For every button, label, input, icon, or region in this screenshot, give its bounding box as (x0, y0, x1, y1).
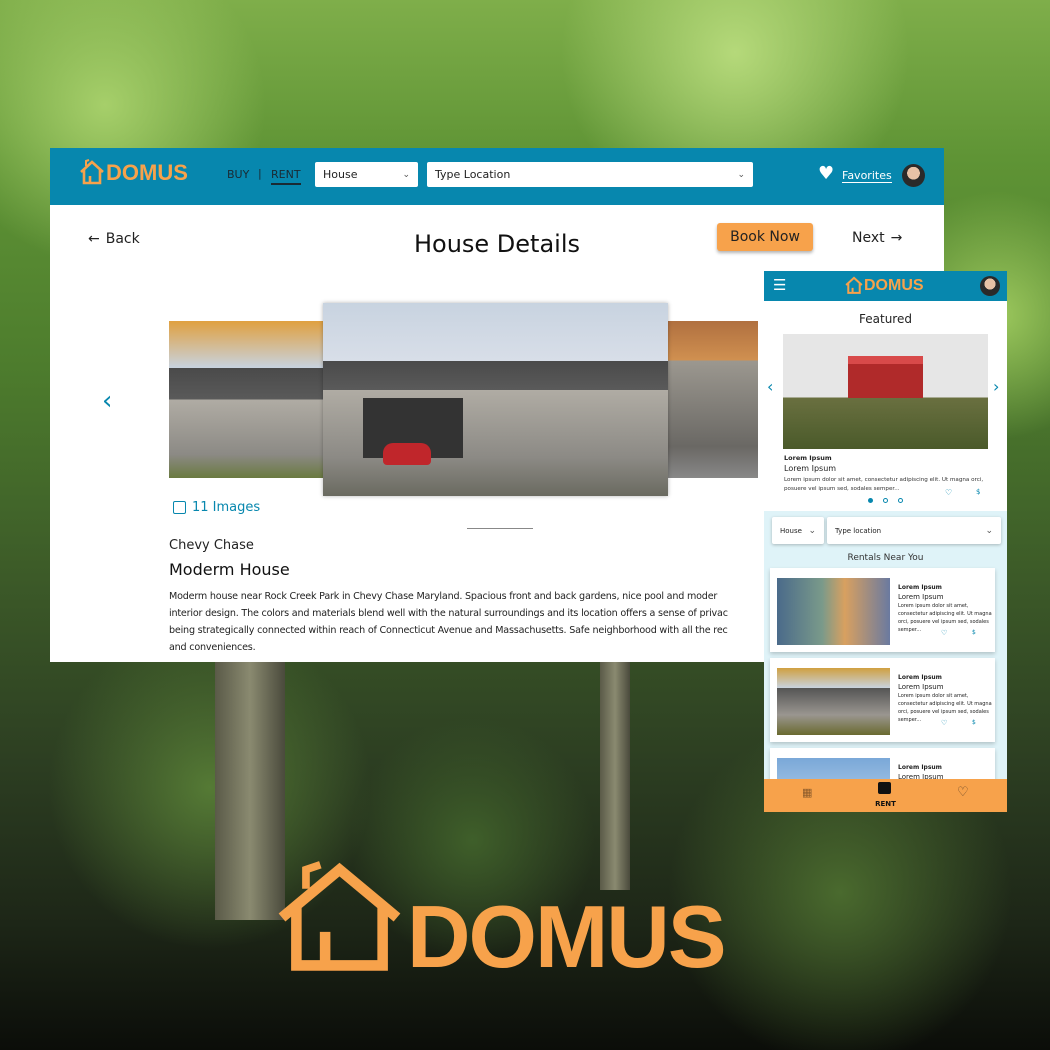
rentals-section: House ⌄ Type location ⌄ Rentals Near You L… (764, 511, 1007, 812)
book-now-button[interactable]: Book Now (717, 223, 813, 251)
gallery-image-main[interactable] (323, 303, 668, 496)
mobile-header: ☰ DOMUS (764, 271, 1007, 301)
mobile-logo[interactable]: DOMUS (844, 275, 924, 295)
mobile-location-select[interactable]: Type location ⌄ (827, 517, 1001, 544)
rental-label: Lorem Ipsum (898, 764, 942, 771)
nav-separator: | (258, 167, 262, 180)
chevron-right-icon[interactable]: › (993, 377, 999, 396)
location-select[interactable]: Type Location ⌄ (427, 162, 753, 187)
property-name: Moderm House (169, 560, 290, 579)
house-logo-icon (278, 861, 401, 971)
carousel-dots (868, 498, 903, 503)
heart-outline-icon[interactable]: ♡ (945, 488, 952, 497)
price-icon[interactable]: $ (972, 719, 976, 726)
mobile-type-select[interactable]: House ⌄ (772, 517, 824, 544)
price-icon[interactable]: $ (976, 488, 980, 496)
gallery-image[interactable] (169, 321, 329, 478)
type-select-value: House (323, 168, 358, 181)
heart-icon[interactable]: ♥ (818, 163, 834, 184)
chevron-down-icon: ⌄ (985, 525, 993, 536)
next-label: Next (852, 230, 885, 246)
featured-image[interactable] (783, 334, 988, 449)
rental-name: Lorem Ipsum (898, 593, 944, 601)
description-line: and conveniences. (169, 642, 256, 653)
description-line: being strategically connected within rea… (169, 625, 728, 636)
nav-rent-label[interactable]: RENT (764, 800, 1007, 808)
bed-icon[interactable] (878, 782, 891, 794)
property-description: Moderm house near Rock Creek Park in Che… (169, 588, 728, 656)
chevron-down-icon: ⌄ (737, 169, 745, 180)
dot-active[interactable] (868, 498, 873, 503)
nav-rent[interactable]: RENT (271, 168, 301, 185)
rental-image (777, 578, 890, 645)
red-house (848, 356, 923, 398)
rental-card[interactable]: Lorem Ipsum Lorem Ipsum Lorem ipsum dolo… (770, 568, 995, 652)
desktop-header: DOMUS BUY | RENT House ⌄ Type Location ⌄ ♥… (50, 148, 944, 205)
featured-name: Lorem Ipsum (784, 464, 837, 473)
bottom-nav: ▦ RENT ♡ (764, 779, 1007, 812)
house-logo-icon (845, 276, 863, 294)
images-link[interactable]: 11 Images (173, 500, 260, 515)
mobile-window: ☰ DOMUS Featured ‹ › Lorem Ipsum Lorem I… (764, 271, 1007, 812)
carousel-prev-icon[interactable]: ‹ (102, 386, 112, 416)
description-line: interior design. The colors and material… (169, 608, 728, 619)
logo[interactable]: DOMUS (78, 158, 188, 186)
price-icon[interactable]: $ (972, 629, 976, 636)
type-value: House (780, 526, 802, 535)
next-button[interactable]: Next → (852, 230, 902, 246)
avatar[interactable] (902, 164, 925, 187)
chevron-left-icon[interactable]: ‹ (767, 377, 773, 396)
type-select[interactable]: House ⌄ (315, 162, 418, 187)
heart-outline-icon[interactable]: ♡ (941, 629, 947, 637)
rental-name: Lorem Ipsum (898, 683, 944, 691)
featured-title: Featured (859, 312, 912, 326)
tree-trunk (600, 660, 630, 890)
menu-icon[interactable]: ☰ (773, 276, 786, 294)
store-icon[interactable]: ▦ (802, 786, 812, 799)
arrow-right-icon: → (890, 230, 903, 246)
location-select-value: Type Location (435, 168, 511, 181)
images-count: 11 Images (192, 500, 261, 515)
car (383, 443, 431, 465)
logo-text: DOMUS (106, 160, 188, 185)
description-line: Moderm house near Rock Creek Park in Che… (169, 591, 718, 602)
image-icon (173, 501, 186, 514)
chevron-down-icon: ⌄ (808, 525, 816, 536)
rental-label: Lorem Ipsum (898, 674, 942, 681)
avatar[interactable] (980, 276, 1000, 296)
logo-text: DOMUS (407, 887, 727, 987)
favorites-link[interactable]: Favorites (842, 169, 892, 183)
rentals-title: Rentals Near You (847, 553, 924, 563)
featured-text: Lorem ipsum dolor sit amet, consectetur … (784, 477, 984, 492)
heart-outline-icon[interactable]: ♡ (941, 719, 947, 727)
dot[interactable] (883, 498, 888, 503)
rental-image (777, 668, 890, 735)
divider (467, 528, 533, 529)
nav-buy[interactable]: BUY (227, 168, 249, 181)
featured-label: Lorem Ipsum (784, 454, 832, 462)
heart-outline-icon[interactable]: ♡ (957, 785, 969, 800)
location-value: Type location (835, 526, 882, 535)
rental-label: Lorem Ipsum (898, 584, 942, 591)
house-logo-icon (80, 159, 104, 185)
chevron-down-icon: ⌄ (402, 169, 410, 180)
property-location: Chevy Chase (169, 538, 254, 553)
dot[interactable] (898, 498, 903, 503)
gallery-image[interactable] (668, 321, 758, 478)
rental-card[interactable]: Lorem Ipsum Lorem Ipsum Lorem ipsum dolo… (770, 658, 995, 742)
logo-text: DOMUS (864, 277, 924, 294)
big-logo: DOMUS (272, 860, 727, 987)
